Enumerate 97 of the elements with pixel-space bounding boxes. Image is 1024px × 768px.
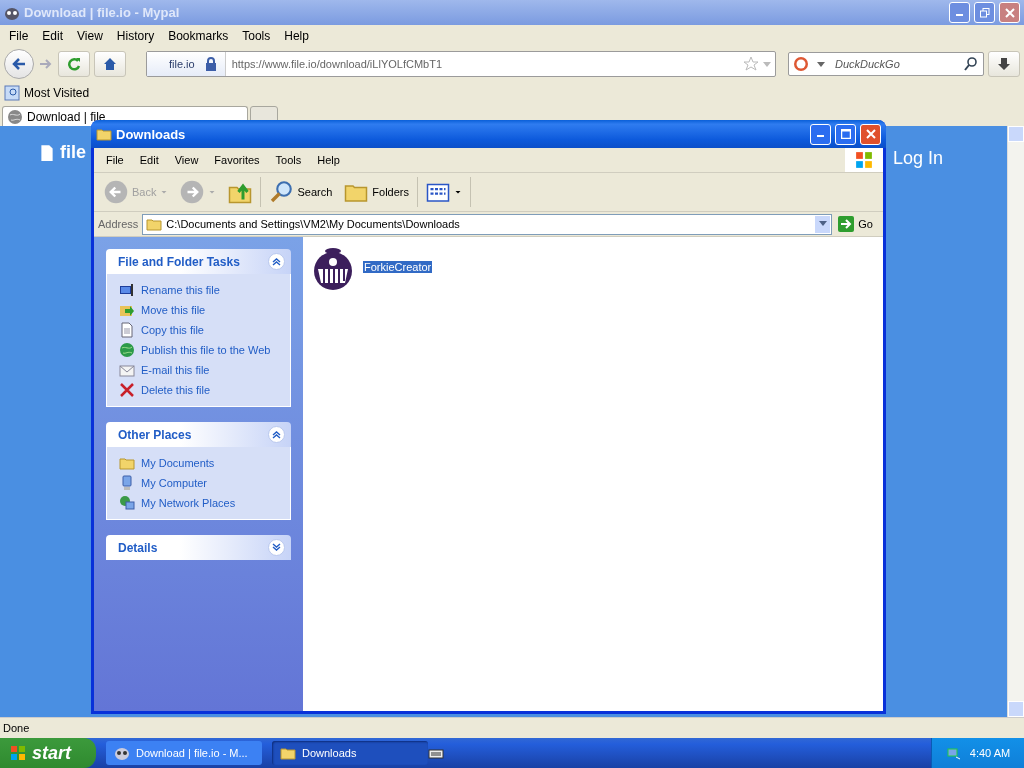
task-link[interactable]: E-mail this file <box>119 362 280 378</box>
menu-item[interactable]: Help <box>309 154 348 166</box>
task-link[interactable]: My Documents <box>119 455 280 471</box>
caret-icon <box>160 188 169 196</box>
back-button[interactable] <box>4 49 34 79</box>
panel-title: Details <box>118 540 158 555</box>
task-link[interactable]: My Network Places <box>119 495 280 511</box>
dropdown-button[interactable] <box>814 214 832 234</box>
back-arrow-icon <box>11 56 27 72</box>
chevron-icon <box>272 430 281 439</box>
search-icon <box>963 56 979 72</box>
folder-icon <box>146 216 163 232</box>
menu-item[interactable]: Help <box>277 28 316 43</box>
maximize-icon <box>840 129 851 139</box>
address-path: C:\Documents and Settings\VM2\My Documents\Downloads <box>166 218 461 230</box>
menu-item[interactable]: Edit <box>35 28 71 43</box>
menu-item[interactable]: Bookmarks <box>161 28 236 43</box>
task-link[interactable]: Publish this file to the Web <box>119 342 280 358</box>
delete-icon <box>119 382 135 398</box>
menu-item[interactable]: View <box>70 28 110 43</box>
collapse-icon[interactable] <box>268 426 285 443</box>
menu-item[interactable]: Tools <box>267 154 310 166</box>
download-button[interactable] <box>988 51 1020 77</box>
panel-title: Other Places <box>118 427 192 442</box>
task-link[interactable]: Copy this file <box>119 322 280 338</box>
close-button[interactable] <box>999 2 1020 23</box>
globe-icon <box>7 108 23 125</box>
close-icon <box>1004 7 1015 18</box>
scroll-bar[interactable] <box>1007 126 1024 717</box>
clock: 4:40 AM <box>969 747 1011 759</box>
site-identity: file.io <box>169 58 195 70</box>
network-icon <box>119 495 135 511</box>
file-name[interactable]: ForkieCreator <box>363 261 433 273</box>
network-icon <box>945 745 962 761</box>
reload-button[interactable] <box>58 51 90 77</box>
chevron-icon <box>272 543 281 552</box>
go-button[interactable]: Go <box>836 216 879 232</box>
folder-icon <box>119 455 135 471</box>
url-text: https://www.file.io/download/iLlYOLfCMbT1 <box>230 58 443 70</box>
bookmark-icon <box>4 85 20 101</box>
window-title: Downloads <box>116 126 187 142</box>
globe-icon <box>119 342 135 358</box>
expand-icon[interactable] <box>268 539 285 556</box>
star-icon <box>743 56 759 72</box>
address-field[interactable]: C:\Documents and Settings\VM2\My Documents\Downloads <box>142 213 833 235</box>
download-arrow-icon <box>997 57 1011 71</box>
menu-item[interactable]: Edit <box>131 154 167 166</box>
menu-item[interactable]: Tools <box>235 28 278 43</box>
windows-flag-icon <box>10 745 26 761</box>
restore-icon <box>979 7 990 18</box>
minimize-button[interactable] <box>949 2 970 23</box>
task-link[interactable]: Delete this file <box>119 382 280 398</box>
search-icon <box>269 180 294 204</box>
address-field[interactable]: file.io https://www.file.io/download/iLlYOLfCMbT1 <box>146 51 776 77</box>
task-link[interactable]: Move this file <box>119 302 280 318</box>
menu-item[interactable]: Favorites <box>206 154 268 166</box>
taskbar-button[interactable]: Downloads <box>272 741 428 765</box>
close-button[interactable] <box>860 123 881 145</box>
panel-title: File and Folder Tasks <box>118 254 240 269</box>
reload-icon <box>67 57 81 71</box>
home-button[interactable] <box>94 51 126 77</box>
menu-item[interactable]: File <box>2 28 36 43</box>
computer-icon <box>119 475 135 491</box>
chevron-icon <box>272 257 281 266</box>
maximize-button[interactable] <box>835 123 856 145</box>
document-icon <box>119 322 135 338</box>
task-link[interactable]: My Computer <box>119 475 280 491</box>
envelope-icon <box>119 362 135 378</box>
folder-icon <box>280 745 296 761</box>
caret-icon <box>454 188 462 196</box>
minimize-button[interactable] <box>810 123 831 145</box>
home-icon <box>103 57 117 71</box>
caret-icon <box>208 188 217 196</box>
panel-header[interactable]: Other Places <box>106 422 291 447</box>
menu-item[interactable]: History <box>109 28 162 43</box>
taskbar-button[interactable]: Download | file.io - M... <box>106 741 262 765</box>
task-link[interactable]: Rename this file <box>119 282 280 298</box>
restore-button[interactable] <box>974 2 995 23</box>
address-label: Address <box>98 218 139 230</box>
folders-button[interactable]: Folders <box>340 177 413 207</box>
menu-item[interactable]: File <box>98 154 132 166</box>
windows-flag-icon <box>855 151 873 169</box>
start-button[interactable]: start <box>0 738 96 768</box>
caret-icon <box>818 221 827 227</box>
rename-icon <box>119 282 135 298</box>
menu-item[interactable]: View <box>166 154 207 166</box>
search-button[interactable]: Search <box>265 177 337 207</box>
document-icon <box>38 143 56 162</box>
panel-header[interactable]: Details <box>106 535 291 560</box>
status-text: Done <box>3 722 30 734</box>
arrow-right-icon <box>838 216 855 232</box>
bookmark-item[interactable]: Most Visited <box>4 85 90 101</box>
close-icon <box>865 129 876 139</box>
search-bar[interactable]: DuckDuckGo <box>788 52 984 76</box>
collapse-icon[interactable] <box>268 253 285 270</box>
window-title: Download | file.io - Mypal <box>24 5 181 20</box>
panel-header[interactable]: File and Folder Tasks <box>106 249 291 274</box>
